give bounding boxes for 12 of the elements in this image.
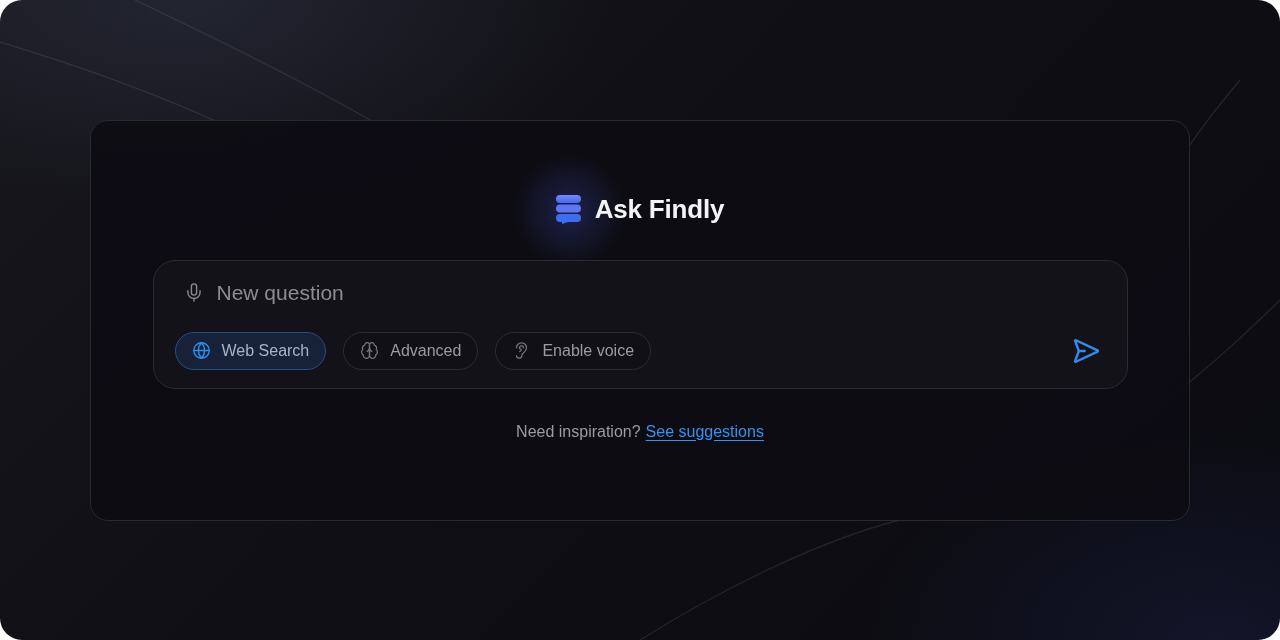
globe-icon <box>192 342 210 359</box>
send-icon[interactable] <box>1072 338 1100 363</box>
option-chip[interactable]: Advanced <box>343 331 479 370</box>
brain-icon <box>361 342 379 359</box>
option-chip[interactable]: Enable voice <box>495 331 652 370</box>
question-input[interactable]: New question <box>216 277 1100 308</box>
microphone-icon[interactable] <box>186 283 201 302</box>
inspiration-prompt: Need inspiration? <box>516 422 641 441</box>
suggestions-link[interactable]: See suggestions <box>645 422 764 441</box>
chat-logo-icon <box>555 195 581 224</box>
app-title: Ask Findly <box>594 194 725 225</box>
option-chip[interactable]: Web Search <box>174 331 327 370</box>
